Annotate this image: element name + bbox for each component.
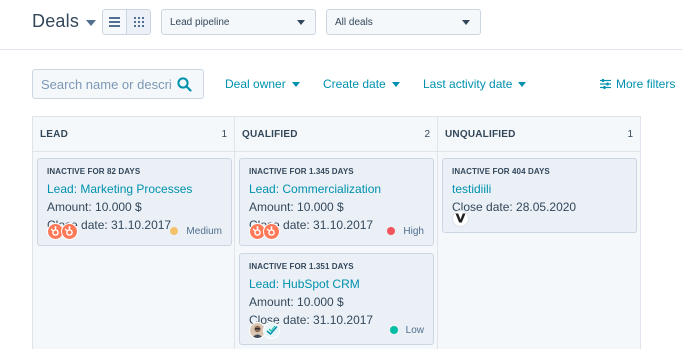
chevron-down-icon: [391, 81, 400, 87]
view-toggle: [102, 9, 151, 35]
deal-card[interactable]: INACTIVE FOR 1.351 DAYS Lead: HubSpot CR…: [239, 253, 434, 345]
inactive-badge: INACTIVE FOR 1.345 DAYS: [249, 167, 354, 176]
search-box: [32, 69, 204, 99]
priority-dot: [170, 227, 179, 235]
checkmark-avatar-icon[interactable]: [263, 321, 280, 339]
priority-label: Medium: [186, 225, 222, 237]
column-count: 1: [221, 128, 227, 140]
deal-name-link[interactable]: Lead: Marketing Processes: [47, 182, 222, 196]
priority-indicator: Low: [389, 324, 424, 336]
deals-select-value: All deals: [335, 16, 373, 28]
priority-label: Low: [405, 324, 424, 336]
deals-board: LEAD 1 INACTIVE FOR 82 DAYS Lead: Market…: [32, 116, 641, 349]
priority-label: High: [403, 225, 424, 237]
hubspot-avatar-icon[interactable]: [263, 222, 280, 240]
board-view-button[interactable]: [126, 10, 150, 34]
list-view-button[interactable]: [103, 10, 126, 34]
priority-indicator: High: [387, 226, 424, 237]
board-column-lead: LEAD 1 INACTIVE FOR 82 DAYS Lead: Market…: [32, 116, 235, 349]
card-footer: High: [249, 222, 424, 240]
board-column-qualified: QUALIFIED 2 INACTIVE FOR 1.345 DAYS Lead…: [235, 116, 438, 349]
deal-card[interactable]: INACTIVE FOR 404 DAYS testidiili Close d…: [442, 158, 637, 233]
chevron-down-icon: [297, 20, 305, 25]
column-header: LEAD 1: [33, 117, 234, 152]
pipeline-select[interactable]: Lead pipeline: [161, 9, 316, 35]
page-title: Deals: [32, 11, 80, 31]
deal-name-link[interactable]: Lead: HubSpot CRM: [249, 277, 424, 291]
card-footer: Medium: [47, 222, 222, 240]
header-divider: [0, 49, 682, 50]
inactive-badge: INACTIVE FOR 82 DAYS: [47, 167, 141, 176]
deal-owner-filter[interactable]: Deal owner: [225, 77, 300, 91]
sliders-icon: [600, 79, 611, 89]
deal-amount: Amount: 10.000 $: [249, 200, 344, 214]
list-icon: [109, 17, 120, 27]
deal-card[interactable]: INACTIVE FOR 82 DAYS Lead: Marketing Pro…: [37, 158, 232, 246]
deal-name-link[interactable]: testidiili: [452, 182, 627, 196]
last-activity-date-label: Last activity date: [423, 77, 513, 91]
chevron-down-icon: [518, 81, 527, 87]
owner-avatars: [452, 209, 469, 227]
column-header: QUALIFIED 2: [235, 117, 437, 152]
last-activity-date-filter[interactable]: Last activity date: [423, 77, 527, 91]
owner-avatars: [47, 222, 78, 240]
more-filters-button[interactable]: More filters: [600, 77, 675, 91]
search-input[interactable]: [41, 76, 173, 92]
pipeline-select-value: Lead pipeline: [170, 16, 230, 28]
column-count: 2: [424, 128, 430, 140]
board-column-unqualified: UNQUALIFIED 1 INACTIVE FOR 404 DAYS test…: [438, 116, 641, 349]
chevron-down-icon: [291, 81, 300, 87]
card-footer: [452, 209, 627, 227]
card-footer: Low: [249, 321, 424, 339]
inactive-badge: INACTIVE FOR 404 DAYS: [452, 167, 550, 176]
search-icon[interactable]: [177, 77, 192, 92]
deal-owner-label: Deal owner: [225, 77, 286, 91]
v-logo-avatar-icon[interactable]: [452, 209, 469, 227]
priority-indicator: Medium: [170, 226, 222, 237]
hubspot-avatar-icon[interactable]: [61, 222, 78, 240]
chevron-down-icon: [86, 19, 97, 26]
chevron-down-icon: [462, 20, 470, 25]
deal-amount: Amount: 10.000 $: [249, 295, 344, 309]
priority-dot: [389, 326, 398, 334]
more-filters-label: More filters: [616, 77, 676, 91]
column-count: 1: [627, 128, 633, 140]
owner-avatars: [249, 321, 280, 339]
deals-title-dropdown[interactable]: Deals: [32, 11, 97, 32]
create-date-label: Create date: [323, 77, 386, 91]
column-title: QUALIFIED: [242, 128, 298, 140]
grid-icon: [133, 17, 144, 27]
column-header: UNQUALIFIED 1: [438, 117, 640, 152]
priority-dot: [387, 227, 396, 235]
column-title: UNQUALIFIED: [445, 128, 516, 140]
column-title: LEAD: [40, 128, 69, 140]
deal-amount: Amount: 10.000 $: [47, 200, 142, 214]
inactive-badge: INACTIVE FOR 1.351 DAYS: [249, 262, 354, 271]
deal-name-link[interactable]: Lead: Commercialization: [249, 182, 424, 196]
deal-card[interactable]: INACTIVE FOR 1.345 DAYS Lead: Commercial…: [239, 158, 434, 246]
deals-view-select[interactable]: All deals: [326, 9, 481, 35]
owner-avatars: [249, 222, 280, 240]
create-date-filter[interactable]: Create date: [323, 77, 400, 91]
